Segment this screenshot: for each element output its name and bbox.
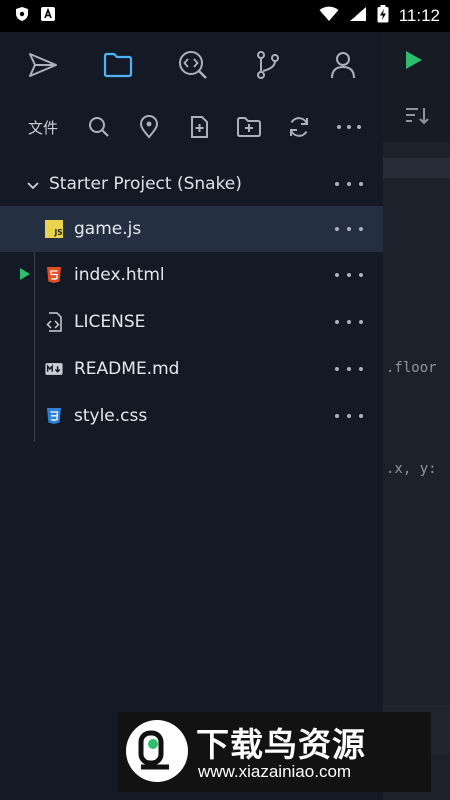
a-notification-icon — [40, 6, 56, 26]
file-more-button[interactable] — [335, 312, 363, 332]
file-more-button[interactable] — [335, 406, 363, 426]
shield-notification-icon — [14, 6, 30, 26]
send-icon — [28, 53, 57, 77]
new-file-button[interactable] — [174, 102, 224, 152]
project-more-button[interactable] — [335, 174, 363, 194]
file-row-readme-md[interactable]: README.md — [0, 346, 383, 392]
new-folder-icon — [237, 117, 261, 137]
running-indicator-icon — [19, 266, 31, 285]
drawer-top-nav — [0, 32, 383, 98]
watermark-url: www.xiazainiao.com — [198, 762, 352, 781]
project-name: Starter Project (Snake) — [49, 174, 242, 194]
location-pin-icon — [139, 115, 159, 139]
file-more-button[interactable] — [335, 265, 363, 285]
run-button[interactable] — [404, 49, 424, 75]
file-row-game-js[interactable]: JS game.js — [0, 206, 383, 252]
files-label: 文件 — [28, 118, 59, 137]
html-file-icon — [45, 266, 63, 284]
watermark-logo — [126, 720, 188, 782]
editor-background — [383, 32, 450, 800]
more-icon — [337, 125, 361, 129]
file-more-button[interactable] — [335, 359, 363, 379]
file-row-index-html[interactable]: index.html — [0, 252, 383, 298]
new-folder-button[interactable] — [224, 102, 274, 152]
play-icon — [406, 51, 422, 69]
code-fragment: .floor — [386, 360, 437, 376]
git-branch-icon — [256, 51, 279, 79]
file-name: README.md — [74, 359, 180, 379]
js-file-icon: JS — [45, 220, 63, 238]
svg-text:JS: JS — [54, 228, 63, 237]
search-icon — [89, 117, 109, 137]
file-row-license[interactable]: LICENSE — [0, 299, 383, 345]
signal-icon — [349, 6, 367, 26]
sort-icon — [406, 108, 429, 125]
explorer-toolbar: 文件 — [0, 102, 383, 152]
file-more-button[interactable] — [335, 219, 363, 239]
sort-button[interactable] — [404, 105, 430, 131]
more-options-button[interactable] — [324, 102, 374, 152]
file-name: LICENSE — [74, 312, 146, 332]
locate-file-button[interactable] — [124, 102, 174, 152]
refresh-button[interactable] — [274, 102, 324, 152]
refresh-icon — [290, 117, 308, 137]
file-name: style.css — [74, 406, 148, 426]
watermark: 下载鸟资源 www.xiazainiao.com — [118, 712, 431, 792]
status-bar: 11:12 — [0, 0, 450, 32]
folder-icon — [103, 52, 132, 78]
css-file-icon — [45, 407, 63, 425]
markdown-file-icon — [45, 360, 63, 378]
code-search-icon — [178, 51, 207, 79]
clock-time: 11:12 — [398, 6, 440, 25]
file-name: index.html — [74, 265, 165, 285]
send-nav-button[interactable] — [5, 32, 80, 98]
file-explorer-drawer: 文件 Starter Project (Snake) JS game.js in… — [0, 32, 383, 800]
account-icon — [330, 52, 355, 79]
git-nav-button[interactable] — [230, 32, 305, 98]
code-file-icon — [45, 312, 63, 332]
files-nav-button[interactable] — [80, 32, 155, 98]
new-file-icon — [191, 116, 208, 138]
watermark-title: 下载鸟资源 — [196, 725, 366, 764]
battery-charging-icon — [377, 5, 389, 27]
editor-tab-strip — [383, 158, 450, 178]
code-fragment: .x, y: — [386, 461, 437, 477]
search-files-button[interactable] — [74, 102, 124, 152]
file-name: game.js — [74, 219, 142, 239]
project-root-row[interactable]: Starter Project (Snake) — [0, 162, 383, 206]
wifi-icon — [319, 6, 339, 26]
account-nav-button[interactable] — [305, 32, 380, 98]
bird-logo-icon — [138, 730, 169, 770]
code-search-nav-button[interactable] — [155, 32, 230, 98]
file-row-style-css[interactable]: style.css — [0, 393, 383, 439]
chevron-down-icon[interactable] — [27, 175, 39, 194]
